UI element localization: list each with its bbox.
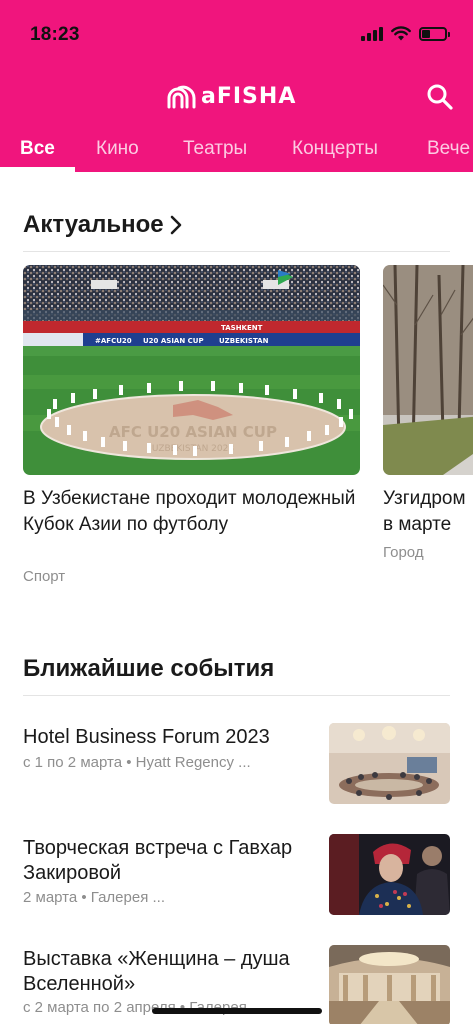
image-text-u20-asian-cup: U20 ASIAN CUP <box>143 337 204 345</box>
event-title[interactable]: Творческая встреча с Гавхар Закировой <box>23 836 313 886</box>
app-header: 18:23 aFISHA Все Кино Театры Концерты Ве… <box>0 0 473 172</box>
tab-cinema[interactable]: Кино <box>96 138 139 160</box>
home-indicator <box>152 1008 322 1014</box>
current-section-title: Актуальное <box>23 211 164 238</box>
event-thumbnail[interactable] <box>329 723 450 804</box>
event-meta: с 1 по 2 марта • Hyatt Regency ... <box>23 754 251 771</box>
wifi-icon <box>391 26 411 41</box>
afisha-logo[interactable]: aFISHA <box>165 84 296 109</box>
search-icon[interactable] <box>425 82 455 112</box>
event-title[interactable]: Hotel Business Forum 2023 <box>23 725 313 750</box>
news-card-title[interactable]: В Узбекистане проходит молодежный Кубок … <box>23 486 360 538</box>
event-title[interactable]: Выставка «Женщина – душа Вселенной» <box>23 947 313 997</box>
news-card-category: Спорт <box>23 568 66 585</box>
chevron-right-icon <box>170 215 181 235</box>
status-icons <box>361 26 450 41</box>
battery-level <box>422 29 430 38</box>
section-divider <box>23 695 450 696</box>
afisha-logo-icon <box>167 85 196 108</box>
image-text-hashtag: #AFCU20 <box>95 337 132 345</box>
event-meta: 2 марта • Галерея ... <box>23 889 166 906</box>
image-text-tashkent: TASHKENT <box>221 324 263 332</box>
tab-all[interactable]: Все <box>20 138 55 160</box>
image-text-uzbekistan: UZBEKISTAN <box>219 337 269 345</box>
news-card-image[interactable] <box>383 265 473 475</box>
cellular-signal-icon <box>361 26 383 41</box>
status-bar: 18:23 <box>0 0 473 64</box>
tab-concerts[interactable]: Концерты <box>292 138 378 160</box>
tab-theatres[interactable]: Театры <box>183 138 247 160</box>
event-thumbnail[interactable] <box>329 945 450 1024</box>
category-tabs: Все Кино Театры Концерты Вече <box>0 130 473 172</box>
tab-evenings[interactable]: Вече <box>427 138 470 160</box>
active-tab-indicator <box>0 167 75 172</box>
news-card-image[interactable]: TASHKENT UZBEKISTAN #AFCU20 U20 ASIAN CU… <box>23 265 360 475</box>
afisha-logo-text: aFISHA <box>201 84 297 109</box>
news-card-title[interactable]: Узгидром в марте <box>383 486 473 538</box>
news-card-category: Город <box>383 544 424 561</box>
current-section-header[interactable]: Актуальное <box>23 211 182 239</box>
status-time: 18:23 <box>30 24 80 45</box>
battery-icon <box>419 26 450 41</box>
event-thumbnail[interactable] <box>329 834 450 915</box>
section-divider <box>23 251 450 252</box>
image-text-afc-logo: AFC U20 ASIAN CUP <box>109 423 277 441</box>
events-section-title: Ближайшие события <box>23 655 275 682</box>
